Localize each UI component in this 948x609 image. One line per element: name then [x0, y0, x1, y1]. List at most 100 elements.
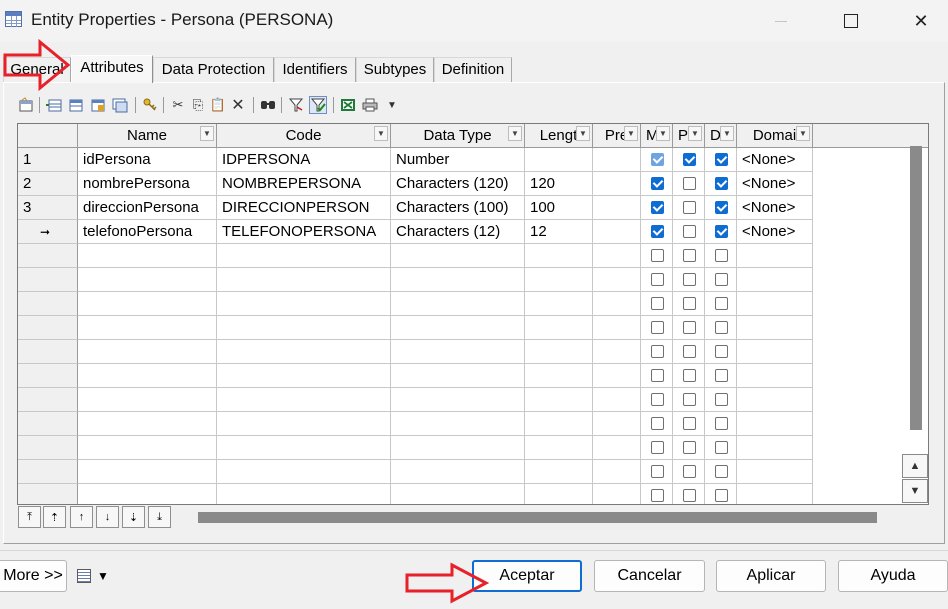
checkbox-p[interactable]	[683, 393, 696, 406]
table-cell-p[interactable]	[673, 484, 705, 504]
table-cell-m[interactable]	[641, 364, 673, 388]
checkbox-d[interactable]	[715, 201, 728, 214]
checkbox-m[interactable]	[651, 249, 664, 262]
table-cell-name[interactable]	[78, 316, 217, 340]
table-cell-d[interactable]	[705, 196, 737, 220]
table-cell-code[interactable]: NOMBREPERSONA	[217, 172, 391, 196]
scroll-up-button[interactable]: ▲	[902, 454, 928, 478]
move-to-bottom-button[interactable]: ⤓	[148, 506, 171, 528]
move-to-top-button[interactable]: ⤒	[18, 506, 41, 528]
column-header-p[interactable]: P ▼	[673, 124, 705, 148]
add-attributes-icon[interactable]	[89, 96, 107, 114]
table-cell-precision[interactable]	[593, 220, 641, 244]
table-cell-name[interactable]	[78, 292, 217, 316]
table-cell-domain[interactable]	[737, 340, 813, 364]
table-cell-code[interactable]	[217, 292, 391, 316]
table-cell-name[interactable]: telefonoPersona	[78, 220, 217, 244]
table-cell-name[interactable]	[78, 364, 217, 388]
maximize-button[interactable]	[828, 0, 874, 42]
row-header[interactable]	[18, 340, 78, 364]
move-page-down-button[interactable]: ⇣	[122, 506, 145, 528]
table-cell-data-type[interactable]	[391, 364, 525, 388]
table-cell-data-type[interactable]	[391, 388, 525, 412]
table-cell-p[interactable]	[673, 436, 705, 460]
column-filter-dropdown-icon[interactable]: ▼	[624, 126, 638, 141]
reuse-columns-icon[interactable]	[111, 96, 129, 114]
tools-dropdown[interactable]: ▼	[77, 566, 111, 586]
table-cell-precision[interactable]	[593, 196, 641, 220]
table-cell-name[interactable]	[78, 460, 217, 484]
table-cell-m[interactable]	[641, 220, 673, 244]
checkbox-d[interactable]	[715, 225, 728, 238]
table-cell-name[interactable]	[78, 436, 217, 460]
checkbox-m[interactable]	[651, 273, 664, 286]
tab-data-protection[interactable]: Data Protection	[153, 57, 274, 82]
table-cell-name[interactable]	[78, 484, 217, 504]
table-cell-domain[interactable]	[737, 292, 813, 316]
table-cell-m[interactable]	[641, 412, 673, 436]
table-cell-p[interactable]	[673, 244, 705, 268]
table-cell-p[interactable]	[673, 412, 705, 436]
table-cell-d[interactable]	[705, 484, 737, 504]
checkbox-d[interactable]	[715, 465, 728, 478]
table-cell-domain[interactable]	[737, 484, 813, 504]
table-cell-name[interactable]	[78, 412, 217, 436]
move-page-up-button[interactable]: ⇡	[43, 506, 66, 528]
column-header-code[interactable]: Code ▼	[217, 124, 391, 148]
table-cell-m[interactable]	[641, 292, 673, 316]
checkbox-m[interactable]	[651, 417, 664, 430]
paste-icon[interactable]: 📋	[209, 96, 227, 114]
insert-row-icon[interactable]	[45, 96, 63, 114]
table-cell-length[interactable]	[525, 484, 593, 504]
table-cell-domain[interactable]: <None>	[737, 220, 813, 244]
table-cell-precision[interactable]	[593, 484, 641, 504]
table-cell-domain[interactable]: <None>	[737, 172, 813, 196]
checkbox-d[interactable]	[715, 441, 728, 454]
aplicar-button[interactable]: Aplicar	[716, 560, 826, 592]
table-cell-precision[interactable]	[593, 412, 641, 436]
checkbox-m[interactable]	[651, 201, 664, 214]
table-cell-domain[interactable]: <None>	[737, 196, 813, 220]
table-cell-code[interactable]	[217, 460, 391, 484]
row-header[interactable]	[18, 436, 78, 460]
table-cell-m[interactable]	[641, 436, 673, 460]
tab-subtypes[interactable]: Subtypes	[356, 57, 434, 82]
table-cell-domain[interactable]	[737, 244, 813, 268]
checkbox-d[interactable]	[715, 369, 728, 382]
checkbox-d[interactable]	[715, 153, 728, 166]
table-cell-code[interactable]	[217, 316, 391, 340]
table-cell-data-type[interactable]	[391, 340, 525, 364]
row-header[interactable]	[18, 388, 78, 412]
table-cell-length[interactable]: 100	[525, 196, 593, 220]
table-cell-domain[interactable]	[737, 412, 813, 436]
checkbox-d[interactable]	[715, 297, 728, 310]
column-header-m[interactable]: M ▼	[641, 124, 673, 148]
row-header[interactable]: ➞	[18, 220, 78, 244]
cut-icon[interactable]: ✂	[169, 96, 187, 114]
table-cell-name[interactable]: direccionPersona	[78, 196, 217, 220]
table-cell-m[interactable]	[641, 340, 673, 364]
table-cell-length[interactable]	[525, 316, 593, 340]
table-cell-d[interactable]	[705, 268, 737, 292]
table-cell-m[interactable]	[641, 196, 673, 220]
more-dropdown-icon[interactable]: ▼	[383, 96, 401, 114]
column-header-name[interactable]: Name ▼	[78, 124, 217, 148]
column-filter-dropdown-icon[interactable]: ▼	[656, 126, 670, 141]
table-cell-d[interactable]	[705, 316, 737, 340]
row-header[interactable]	[18, 268, 78, 292]
table-cell-name[interactable]	[78, 388, 217, 412]
filter-icon[interactable]	[287, 96, 305, 114]
table-cell-p[interactable]	[673, 196, 705, 220]
table-cell-name[interactable]	[78, 340, 217, 364]
table-cell-p[interactable]	[673, 340, 705, 364]
row-header[interactable]: 1	[18, 148, 78, 172]
table-cell-code[interactable]	[217, 244, 391, 268]
table-cell-precision[interactable]	[593, 436, 641, 460]
table-cell-p[interactable]	[673, 220, 705, 244]
row-header[interactable]	[18, 484, 78, 504]
table-cell-d[interactable]	[705, 148, 737, 172]
checkbox-m[interactable]	[651, 465, 664, 478]
row-header[interactable]	[18, 460, 78, 484]
checkbox-d[interactable]	[715, 249, 728, 262]
ayuda-button[interactable]: Ayuda	[838, 560, 948, 592]
